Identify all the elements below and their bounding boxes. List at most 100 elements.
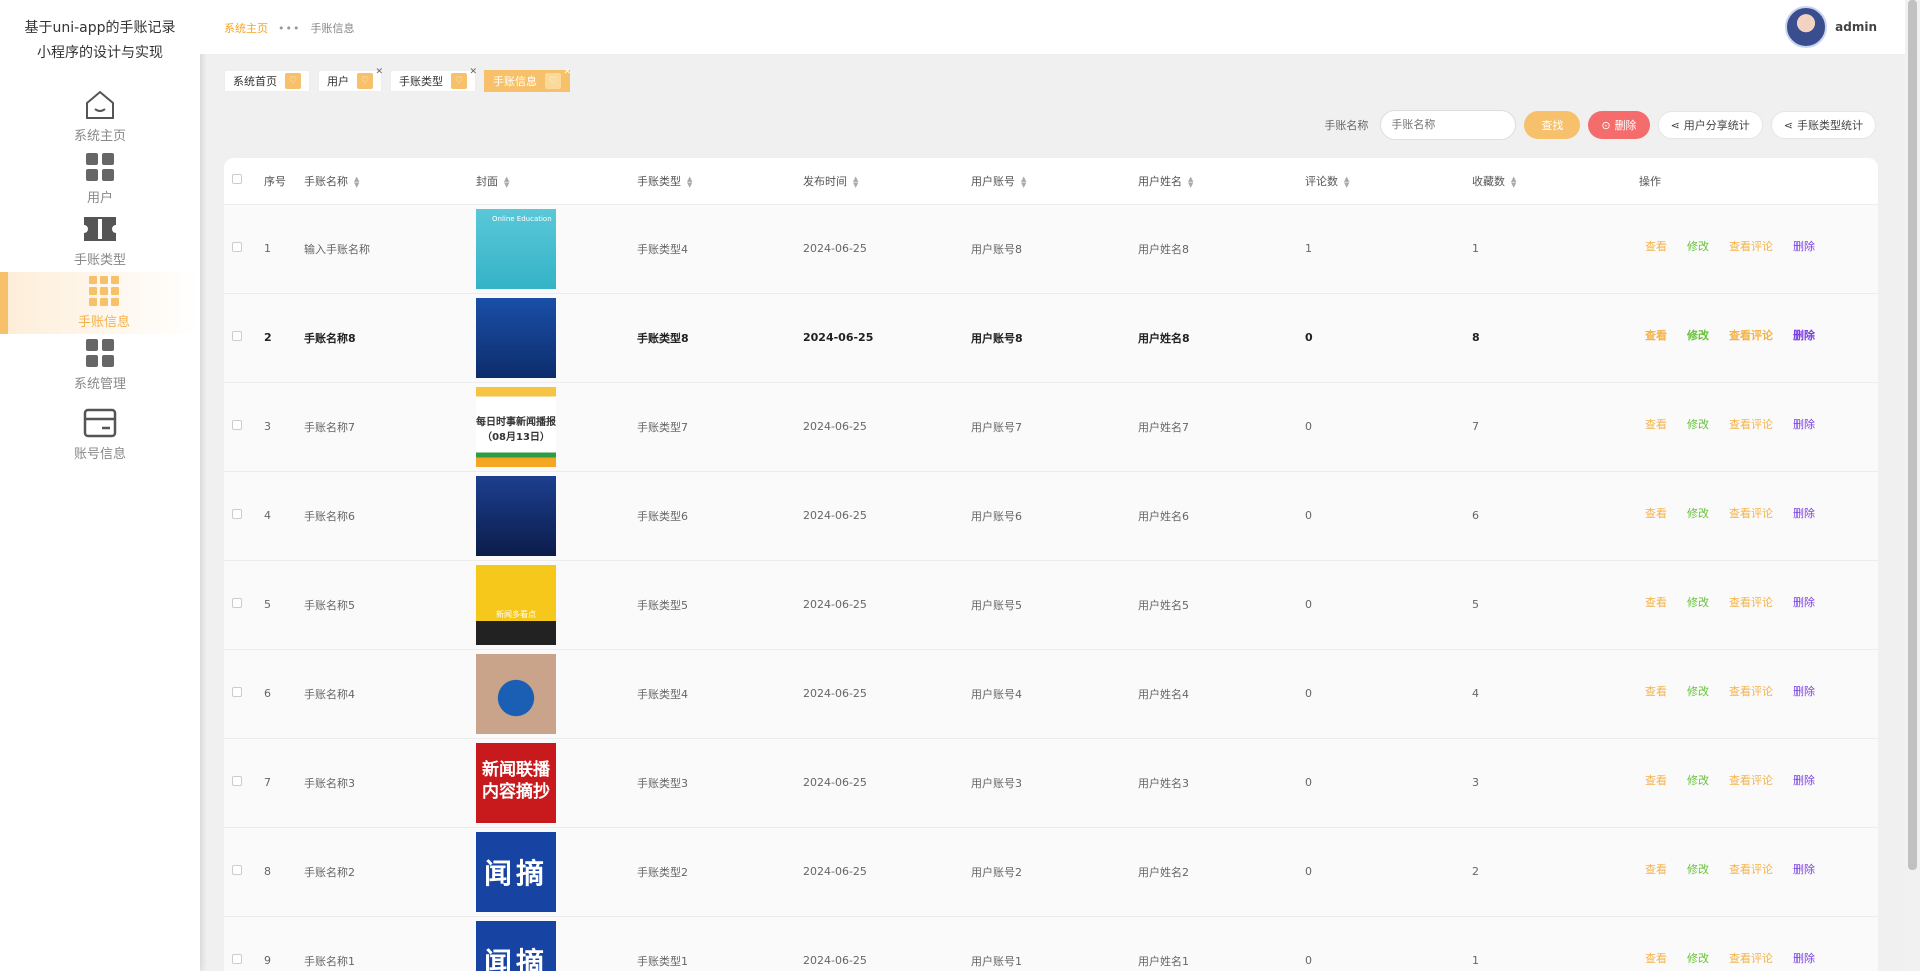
search-input[interactable]	[1380, 110, 1517, 140]
cover-image[interactable]	[476, 297, 556, 378]
cover-image[interactable]: 闻摘	[476, 831, 556, 912]
sidebar-item-account[interactable]: 账号信息	[0, 396, 200, 466]
delete-link[interactable]: 删除	[1793, 416, 1815, 432]
user-menu[interactable]: admin	[1785, 6, 1877, 48]
cover-image[interactable]: 新闻多看点	[476, 564, 556, 645]
edit-link[interactable]: 修改	[1687, 861, 1709, 877]
row-checkbox[interactable]	[232, 776, 242, 786]
row-checkbox[interactable]	[232, 420, 242, 430]
delete-link[interactable]: 删除	[1793, 772, 1815, 788]
cell-actions: 查看 修改 查看评论 删除	[1639, 916, 1878, 971]
sort-icon[interactable]: ▲ ▼	[1021, 175, 1026, 188]
view-link[interactable]: 查看	[1645, 594, 1667, 610]
edit-link[interactable]: 修改	[1687, 594, 1709, 610]
cell-name: 手账名称4	[304, 687, 355, 701]
view-comments-link[interactable]: 查看评论	[1729, 594, 1773, 610]
view-link[interactable]: 查看	[1645, 416, 1667, 432]
col-header-actions: 操作	[1639, 158, 1878, 205]
scrollbar-thumb[interactable]	[1908, 0, 1917, 870]
sort-icon[interactable]: ▲ ▼	[354, 175, 359, 188]
cover-image[interactable]: 闻摘	[476, 920, 556, 971]
col-header-username[interactable]: 用户姓名 ▲ ▼	[1138, 158, 1305, 205]
view-comments-link[interactable]: 查看评论	[1729, 683, 1773, 699]
sort-icon[interactable]: ▲ ▼	[853, 175, 858, 188]
sort-icon[interactable]: ▲ ▼	[1511, 175, 1516, 188]
cover-image[interactable]: 新闻联播 内容摘抄	[476, 742, 556, 823]
sort-icon[interactable]: ▲ ▼	[504, 175, 509, 188]
sidebar-item-home[interactable]: 系统主页	[0, 86, 200, 148]
delete-link[interactable]: 删除	[1793, 594, 1815, 610]
cell-account: 用户账号6	[971, 509, 1022, 523]
view-link[interactable]: 查看	[1645, 238, 1667, 254]
row-checkbox[interactable]	[232, 865, 242, 875]
col-header-account[interactable]: 用户账号 ▲ ▼	[971, 158, 1138, 205]
tab-system-home[interactable]: 系统首页 ♡	[224, 70, 310, 92]
table-row: 3 手账名称7 每日时事新闻播报 （08月13日） 手账类型7 2024-06-2…	[224, 382, 1878, 471]
edit-link[interactable]: 修改	[1687, 416, 1709, 432]
cell-account: 用户账号4	[971, 687, 1022, 701]
col-header-favorites[interactable]: 收藏数 ▲ ▼	[1472, 158, 1639, 205]
row-checkbox[interactable]	[232, 687, 242, 697]
user-share-stats-button[interactable]: ⋖ 用户分享统计	[1657, 111, 1763, 139]
delete-link[interactable]: 删除	[1793, 683, 1815, 699]
edit-link[interactable]: 修改	[1687, 950, 1709, 966]
edit-link[interactable]: 修改	[1687, 505, 1709, 521]
cover-image[interactable]: 每日时事新闻播报 （08月13日）	[476, 386, 556, 467]
col-header-cover[interactable]: 封面 ▲ ▼	[476, 158, 637, 205]
view-comments-link[interactable]: 查看评论	[1729, 772, 1773, 788]
view-link[interactable]: 查看	[1645, 505, 1667, 521]
sort-icon[interactable]: ▲ ▼	[1344, 175, 1349, 188]
journal-type-stats-button[interactable]: ⋖ 手账类型统计	[1770, 111, 1876, 139]
view-comments-link[interactable]: 查看评论	[1729, 505, 1773, 521]
view-link[interactable]: 查看	[1645, 772, 1667, 788]
delete-link[interactable]: 删除	[1793, 238, 1815, 254]
sort-icon[interactable]: ▲ ▼	[687, 175, 692, 188]
sidebar-item-journal-types[interactable]: 手账类型	[0, 210, 200, 272]
edit-link[interactable]: 修改	[1687, 683, 1709, 699]
close-icon[interactable]: ✕	[563, 67, 571, 77]
select-all-checkbox[interactable]	[232, 174, 242, 185]
row-checkbox[interactable]	[232, 242, 242, 252]
view-link[interactable]: 查看	[1645, 950, 1667, 966]
find-button[interactable]: 查找	[1524, 111, 1581, 139]
delete-link[interactable]: 删除	[1793, 505, 1815, 521]
sidebar-item-system-admin[interactable]: 系统管理	[0, 334, 200, 396]
row-checkbox[interactable]	[232, 954, 242, 964]
edit-link[interactable]: 修改	[1687, 772, 1709, 788]
col-header-type[interactable]: 手账类型 ▲ ▼	[637, 158, 803, 205]
close-icon[interactable]: ✕	[375, 67, 383, 77]
row-checkbox[interactable]	[232, 598, 242, 608]
view-comments-link[interactable]: 查看评论	[1729, 416, 1773, 432]
batch-delete-button[interactable]: ⊙ 删除	[1588, 111, 1650, 139]
tab-journal-types[interactable]: 手账类型 ♡ ✕	[390, 67, 477, 92]
col-header-name[interactable]: 手账名称 ▲ ▼	[304, 158, 476, 205]
cell-name: 手账名称2	[304, 865, 355, 879]
view-comments-link[interactable]: 查看评论	[1729, 861, 1773, 877]
view-comments-link[interactable]: 查看评论	[1729, 950, 1773, 966]
col-header-comments[interactable]: 评论数 ▲ ▼	[1305, 158, 1472, 205]
breadcrumb-home-link[interactable]: 系统主页	[224, 20, 268, 36]
sidebar-item-journal-info[interactable]: 手账信息	[0, 272, 200, 334]
edit-link[interactable]: 修改	[1687, 238, 1709, 254]
tab-journal-info[interactable]: 手账信息 ♡ ✕	[484, 67, 571, 92]
view-comments-link[interactable]: 查看评论	[1729, 327, 1773, 343]
edit-link[interactable]: 修改	[1687, 327, 1709, 343]
page-scrollbar[interactable]	[1905, 0, 1920, 971]
cover-image[interactable]: Online Education	[476, 208, 556, 289]
delete-link[interactable]: 删除	[1793, 950, 1815, 966]
sidebar-item-users[interactable]: 用户	[0, 148, 200, 210]
close-icon[interactable]: ✕	[469, 67, 477, 77]
tab-users[interactable]: 用户 ♡ ✕	[318, 67, 383, 92]
view-comments-link[interactable]: 查看评论	[1729, 238, 1773, 254]
view-link[interactable]: 查看	[1645, 861, 1667, 877]
row-checkbox[interactable]	[232, 509, 242, 519]
col-header-date[interactable]: 发布时间 ▲ ▼	[803, 158, 971, 205]
cover-image[interactable]	[476, 475, 556, 556]
view-link[interactable]: 查看	[1645, 683, 1667, 699]
sort-icon[interactable]: ▲ ▼	[1188, 175, 1193, 188]
row-checkbox[interactable]	[232, 331, 242, 341]
view-link[interactable]: 查看	[1645, 327, 1667, 343]
cover-image[interactable]	[476, 653, 556, 734]
delete-link[interactable]: 删除	[1793, 327, 1815, 343]
delete-link[interactable]: 删除	[1793, 861, 1815, 877]
